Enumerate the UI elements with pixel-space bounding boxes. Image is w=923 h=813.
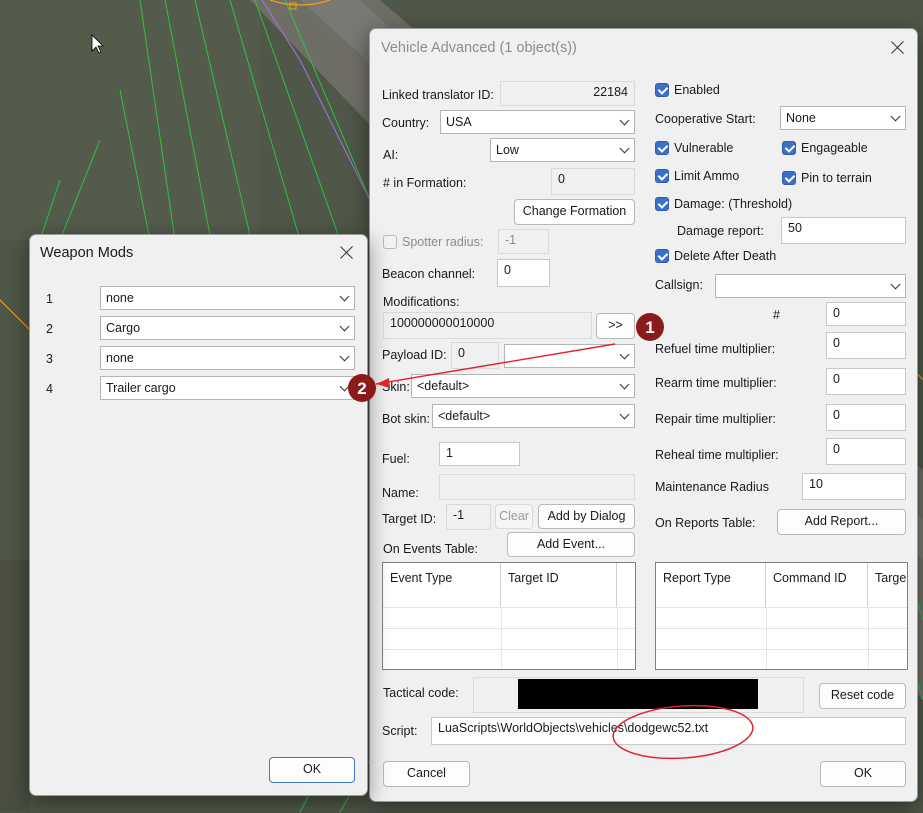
weapon-mod-select-2[interactable]: Cargo xyxy=(100,316,355,340)
chevron-down-icon xyxy=(339,351,350,362)
chevron-down-icon xyxy=(339,291,350,302)
chevron-down-icon xyxy=(339,321,350,332)
weapon-mods-body: 1 none 2 Cargo 3 none 4 Trailer cargo OK xyxy=(1,1,923,813)
weapon-mod-index: 2 xyxy=(46,322,53,336)
chevron-down-icon xyxy=(339,381,350,392)
weapon-mods-dialog: Weapon Mods 1 none 2 Cargo 3 none 4 Trai… xyxy=(29,234,368,796)
weapon-mod-value: none xyxy=(106,291,134,305)
weapon-mod-index: 4 xyxy=(46,382,53,396)
weapon-mod-index: 1 xyxy=(46,292,53,306)
weapon-mods-ok-button[interactable]: OK xyxy=(269,757,355,783)
weapon-mod-value: none xyxy=(106,351,134,365)
weapon-mod-select-1[interactable]: none xyxy=(100,286,355,310)
weapon-mod-select-3[interactable]: none xyxy=(100,346,355,370)
weapon-mod-value: Trailer cargo xyxy=(106,381,176,395)
weapon-mod-select-4[interactable]: Trailer cargo xyxy=(100,376,355,400)
weapon-mod-value: Cargo xyxy=(106,321,141,335)
weapon-mod-index: 3 xyxy=(46,352,53,366)
